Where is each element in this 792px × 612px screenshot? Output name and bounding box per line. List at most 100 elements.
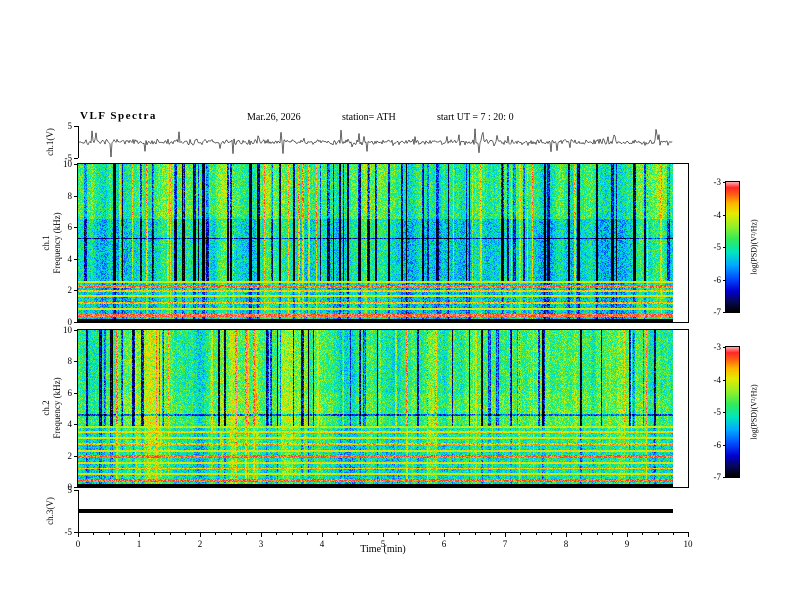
- y-tick-label: 10: [63, 325, 72, 335]
- minor-tick-mark: [672, 532, 674, 535]
- y-tick-label: 6: [67, 387, 73, 398]
- y-tick-label: 5: [67, 485, 73, 495]
- colorbar-tick-label: -5: [713, 407, 722, 417]
- tick-mark: [723, 347, 726, 348]
- tick-mark: [74, 490, 78, 491]
- station-label: station= ATH: [342, 112, 396, 123]
- minor-tick-mark: [611, 532, 613, 535]
- x-tick-label: 1: [136, 539, 142, 549]
- colorbar-tick-label: -3: [713, 177, 722, 187]
- colorbar-tick-label: -4: [713, 209, 722, 220]
- x-tick-label: 5: [380, 539, 386, 549]
- minor-tick-mark: [169, 532, 171, 535]
- tick-mark: [74, 290, 78, 292]
- tick-mark: [723, 477, 726, 478]
- tick-mark: [322, 532, 323, 537]
- x-tick-label: 6: [441, 539, 447, 549]
- minor-tick-mark: [642, 532, 644, 535]
- colorbar-tick-label: -3: [713, 342, 722, 352]
- tick-mark: [723, 214, 726, 216]
- minor-tick-mark: [520, 532, 522, 535]
- minor-tick-mark: [123, 532, 125, 535]
- minor-tick-mark: [306, 532, 308, 535]
- tick-mark: [444, 532, 445, 537]
- minor-tick-mark: [581, 532, 583, 535]
- colorbar-tick-label: -6: [713, 274, 722, 285]
- ch1-voltage-axis-label: ch.1(V): [45, 128, 55, 156]
- ch1-spectrogram: [77, 163, 689, 323]
- vlf-spectra-figure: VLF Spectra Mar.26, 2026 station= ATH st…: [0, 0, 792, 612]
- ch2-channel-label: ch.2: [41, 400, 51, 416]
- minor-tick-mark: [352, 532, 354, 535]
- tick-mark: [74, 455, 78, 457]
- y-tick-label: 5: [67, 121, 73, 131]
- tick-mark: [74, 258, 78, 260]
- y-tick-label: 2: [67, 450, 73, 461]
- x-tick-label: 4: [319, 539, 325, 549]
- y-tick-label: 4: [67, 419, 73, 430]
- minor-tick-mark: [245, 532, 247, 535]
- ch2-colorbar: [725, 346, 740, 478]
- minor-tick-mark: [184, 532, 186, 535]
- tick-mark: [723, 444, 726, 446]
- date-label: Mar.26, 2026: [247, 112, 301, 123]
- minor-tick-mark: [489, 532, 491, 535]
- x-tick-label: 2: [197, 539, 203, 549]
- tick-mark: [723, 312, 726, 313]
- y-tick-label: 4: [67, 253, 73, 264]
- minor-tick-mark: [596, 532, 598, 535]
- colorbar-tick-label: -4: [713, 374, 722, 385]
- colorbar-tick-label: -7: [713, 307, 722, 317]
- tick-mark: [74, 330, 78, 331]
- ch2-frequency-axis-label: ch.2 Frequency (kHz): [41, 377, 63, 438]
- tick-mark: [261, 532, 262, 537]
- tick-mark: [200, 532, 201, 537]
- x-tick-label: 9: [624, 539, 630, 549]
- tick-mark: [74, 126, 78, 127]
- y-tick-label: 8: [67, 190, 73, 201]
- minor-tick-mark: [398, 532, 400, 535]
- minor-tick-mark: [230, 532, 232, 535]
- tick-mark: [74, 392, 78, 394]
- ch3-wave-axis-line: [78, 490, 79, 532]
- minor-tick-mark: [291, 532, 293, 535]
- minor-tick-mark: [459, 532, 461, 535]
- minor-tick-mark: [367, 532, 369, 535]
- y-tick-label: -5: [64, 527, 73, 537]
- minor-tick-mark: [428, 532, 430, 535]
- tick-mark: [74, 322, 78, 323]
- tick-mark: [74, 424, 78, 426]
- minor-tick-mark: [337, 532, 339, 535]
- tick-mark: [78, 532, 79, 537]
- colorbar-tick-label: -5: [713, 242, 722, 252]
- ch1-wave-axis-line: [78, 126, 79, 158]
- ch3-voltage-axis-label: ch.3(V): [45, 497, 55, 525]
- ch2-frequency-label: Frequency (kHz): [52, 377, 62, 439]
- colorbar-tick-label: -6: [713, 439, 722, 450]
- tick-mark: [383, 532, 384, 537]
- tick-mark: [139, 532, 140, 537]
- minor-tick-mark: [215, 532, 217, 535]
- y-tick-label: 8: [67, 356, 73, 367]
- ch1-colorbar: [725, 181, 740, 313]
- minor-tick-mark: [550, 532, 552, 535]
- ch1-channel-label: ch.1: [41, 235, 51, 251]
- tick-mark: [723, 379, 726, 381]
- tick-mark: [723, 247, 726, 248]
- start-ut-label: start UT = 7 : 20: 0: [437, 112, 514, 123]
- ch3-waveform-plot: [78, 490, 688, 532]
- tick-mark: [505, 532, 506, 537]
- tick-mark: [74, 158, 78, 159]
- tick-mark: [723, 279, 726, 281]
- colorbar-tick-label: -7: [713, 472, 722, 482]
- minor-tick-mark: [474, 532, 476, 535]
- minor-tick-mark: [657, 532, 659, 535]
- minor-tick-mark: [154, 532, 156, 535]
- x-tick-label: 8: [563, 539, 569, 549]
- minor-tick-mark: [535, 532, 537, 535]
- minor-tick-mark: [413, 532, 415, 535]
- y-tick-label: 10: [63, 159, 72, 169]
- tick-mark: [723, 182, 726, 183]
- y-tick-label: 6: [67, 222, 73, 233]
- plot-title: VLF Spectra: [80, 110, 157, 122]
